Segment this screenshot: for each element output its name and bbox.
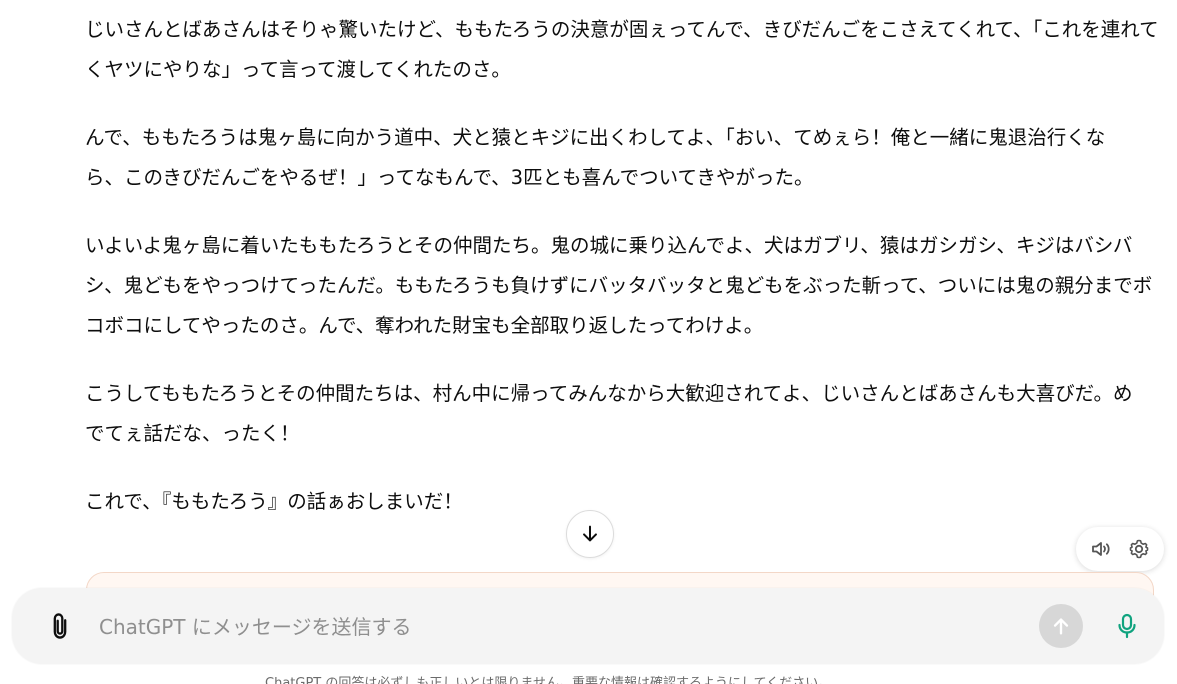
chat-page: じいさんとばあさんはそりゃ驚いたけど、ももたろうの決意が固ぇってんで、きびだんご…	[0, 0, 1177, 684]
message-paragraph: じいさんとばあさんはそりゃ驚いたけど、ももたろうの決意が固ぇってんで、きびだんご…	[85, 18, 1159, 81]
arrow-up-icon	[1053, 618, 1069, 635]
disclaimer-text: ChatGPT の回答は必ずしも正しいとは限りません。重要な情報は確認するように…	[265, 676, 832, 684]
paperclip-icon	[53, 613, 67, 639]
message-paragraph: んで、ももたろうは鬼ヶ島に向かう道中、犬と猿とキジに出くわしてよ、「おい、てめぇ…	[85, 126, 1106, 189]
assistant-message: じいさんとばあさんはそりゃ驚いたけど、ももたろうの決意が固ぇってんで、きびだんご…	[85, 10, 1160, 550]
message-input[interactable]	[97, 608, 1001, 646]
arrow-down-icon	[583, 525, 597, 542]
voice-input-button[interactable]	[1110, 608, 1144, 644]
message-paragraph: これで、『ももたろう』の話ぁおしまいだ！	[85, 490, 463, 513]
message-composer	[12, 588, 1164, 664]
microphone-icon	[1118, 613, 1136, 639]
attach-button[interactable]	[44, 610, 76, 642]
speaker-icon	[1092, 542, 1110, 556]
send-button[interactable]	[1039, 604, 1083, 648]
message-paragraph: こうしてももたろうとその仲間たちは、村ん中に帰ってみんなから大歓迎されてよ、じい…	[85, 382, 1133, 445]
gear-icon	[1129, 539, 1149, 559]
voice-controls	[1076, 527, 1164, 571]
message-paragraph: いよいよ鬼ヶ島に着いたももたろうとその仲間たち。鬼の城に乗り込んでよ、犬はガブリ…	[85, 234, 1153, 337]
scroll-to-bottom-button[interactable]	[566, 510, 614, 558]
voice-settings-button[interactable]	[1122, 532, 1156, 566]
read-aloud-button[interactable]	[1084, 532, 1118, 566]
